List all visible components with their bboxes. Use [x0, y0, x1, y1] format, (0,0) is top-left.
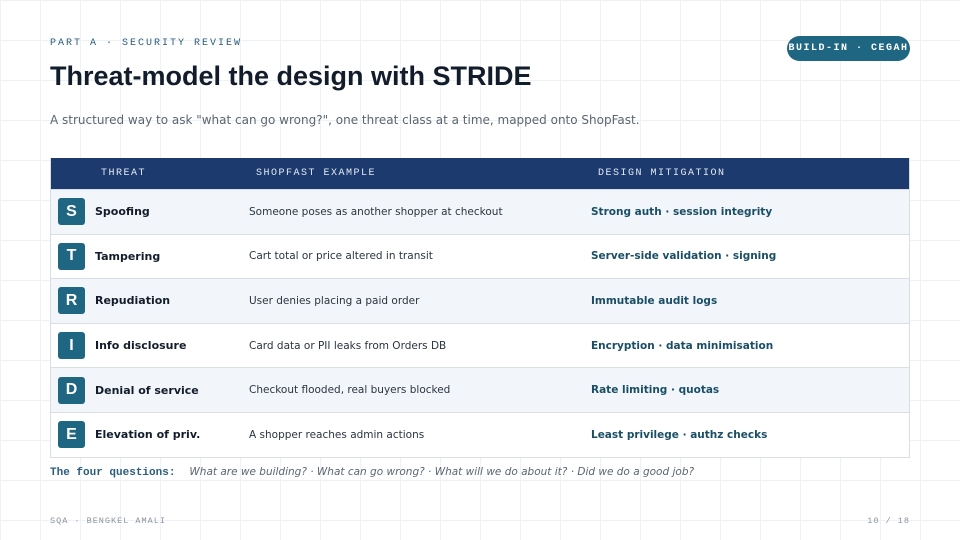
table-row: E Elevation of priv. A shopper reaches a…	[51, 411, 909, 457]
threat-name: Elevation of priv.	[95, 428, 201, 442]
column-header-mitigation: DESIGN MITIGATION	[598, 168, 726, 179]
threat-name: Tampering	[95, 249, 161, 263]
build-in-badge: BUILD-IN · CEGAH	[787, 36, 910, 61]
threat-name: Spoofing	[95, 205, 150, 219]
table-row: R Repudiation User denies placing a paid…	[51, 278, 909, 323]
letter-badge: E	[58, 421, 85, 449]
table-row: D Denial of service Checkout flooded, re…	[51, 367, 909, 412]
letter-badge: T	[58, 242, 85, 270]
questions-label: The four questions:	[50, 467, 176, 479]
footer-course: SQA · BENGKEL AMALI	[50, 516, 166, 526]
threat-name: Info disclosure	[95, 339, 187, 353]
page-number: 10 / 18	[867, 516, 910, 526]
slide-subtitle: A structured way to ask "what can go wro…	[50, 113, 640, 127]
letter-badge: S	[58, 198, 85, 226]
threat-example: Cart total or price altered in transit	[249, 250, 433, 263]
threat-mitigation: Least privilege · authz checks	[591, 428, 768, 441]
column-header-example: SHOPFAST EXAMPLE	[256, 168, 377, 179]
threat-mitigation: Immutable audit logs	[591, 294, 718, 307]
table-header: THREAT SHOPFAST EXAMPLE DESIGN MITIGATIO…	[51, 158, 909, 189]
threat-example: A shopper reaches admin actions	[249, 428, 425, 441]
threat-example: Someone poses as another shopper at chec…	[249, 205, 503, 218]
slide-title: Threat-model the design with STRIDE	[50, 61, 532, 91]
questions-text: What are we building? · What can go wron…	[189, 466, 695, 478]
threat-example: Checkout flooded, real buyers blocked	[249, 384, 451, 397]
table-body: S Spoofing Someone poses as another shop…	[51, 189, 909, 457]
threat-example: Card data or PII leaks from Orders DB	[249, 339, 447, 352]
threat-mitigation: Server-side validation · signing	[591, 250, 777, 263]
threat-mitigation: Rate limiting · quotas	[591, 384, 720, 397]
stride-table: THREAT SHOPFAST EXAMPLE DESIGN MITIGATIO…	[50, 158, 910, 458]
threat-mitigation: Strong auth · session integrity	[591, 205, 773, 218]
threat-mitigation: Encryption · data minimisation	[591, 339, 774, 352]
section-kicker: PART A · SECURITY REVIEW	[50, 38, 243, 49]
table-row: T Tampering Cart total or price altered …	[51, 233, 909, 279]
letter-badge: R	[58, 287, 85, 315]
table-row: I Info disclosure Card data or PII leaks…	[51, 322, 909, 368]
table-row: S Spoofing Someone poses as another shop…	[51, 189, 909, 234]
threat-name: Repudiation	[95, 294, 171, 308]
letter-badge: I	[58, 332, 85, 360]
four-questions: The four questions: What are we building…	[50, 466, 694, 479]
column-header-threat: THREAT	[101, 168, 147, 179]
letter-badge: D	[58, 376, 85, 404]
threat-name: Denial of service	[95, 383, 199, 397]
threat-example: User denies placing a paid order	[249, 294, 420, 307]
